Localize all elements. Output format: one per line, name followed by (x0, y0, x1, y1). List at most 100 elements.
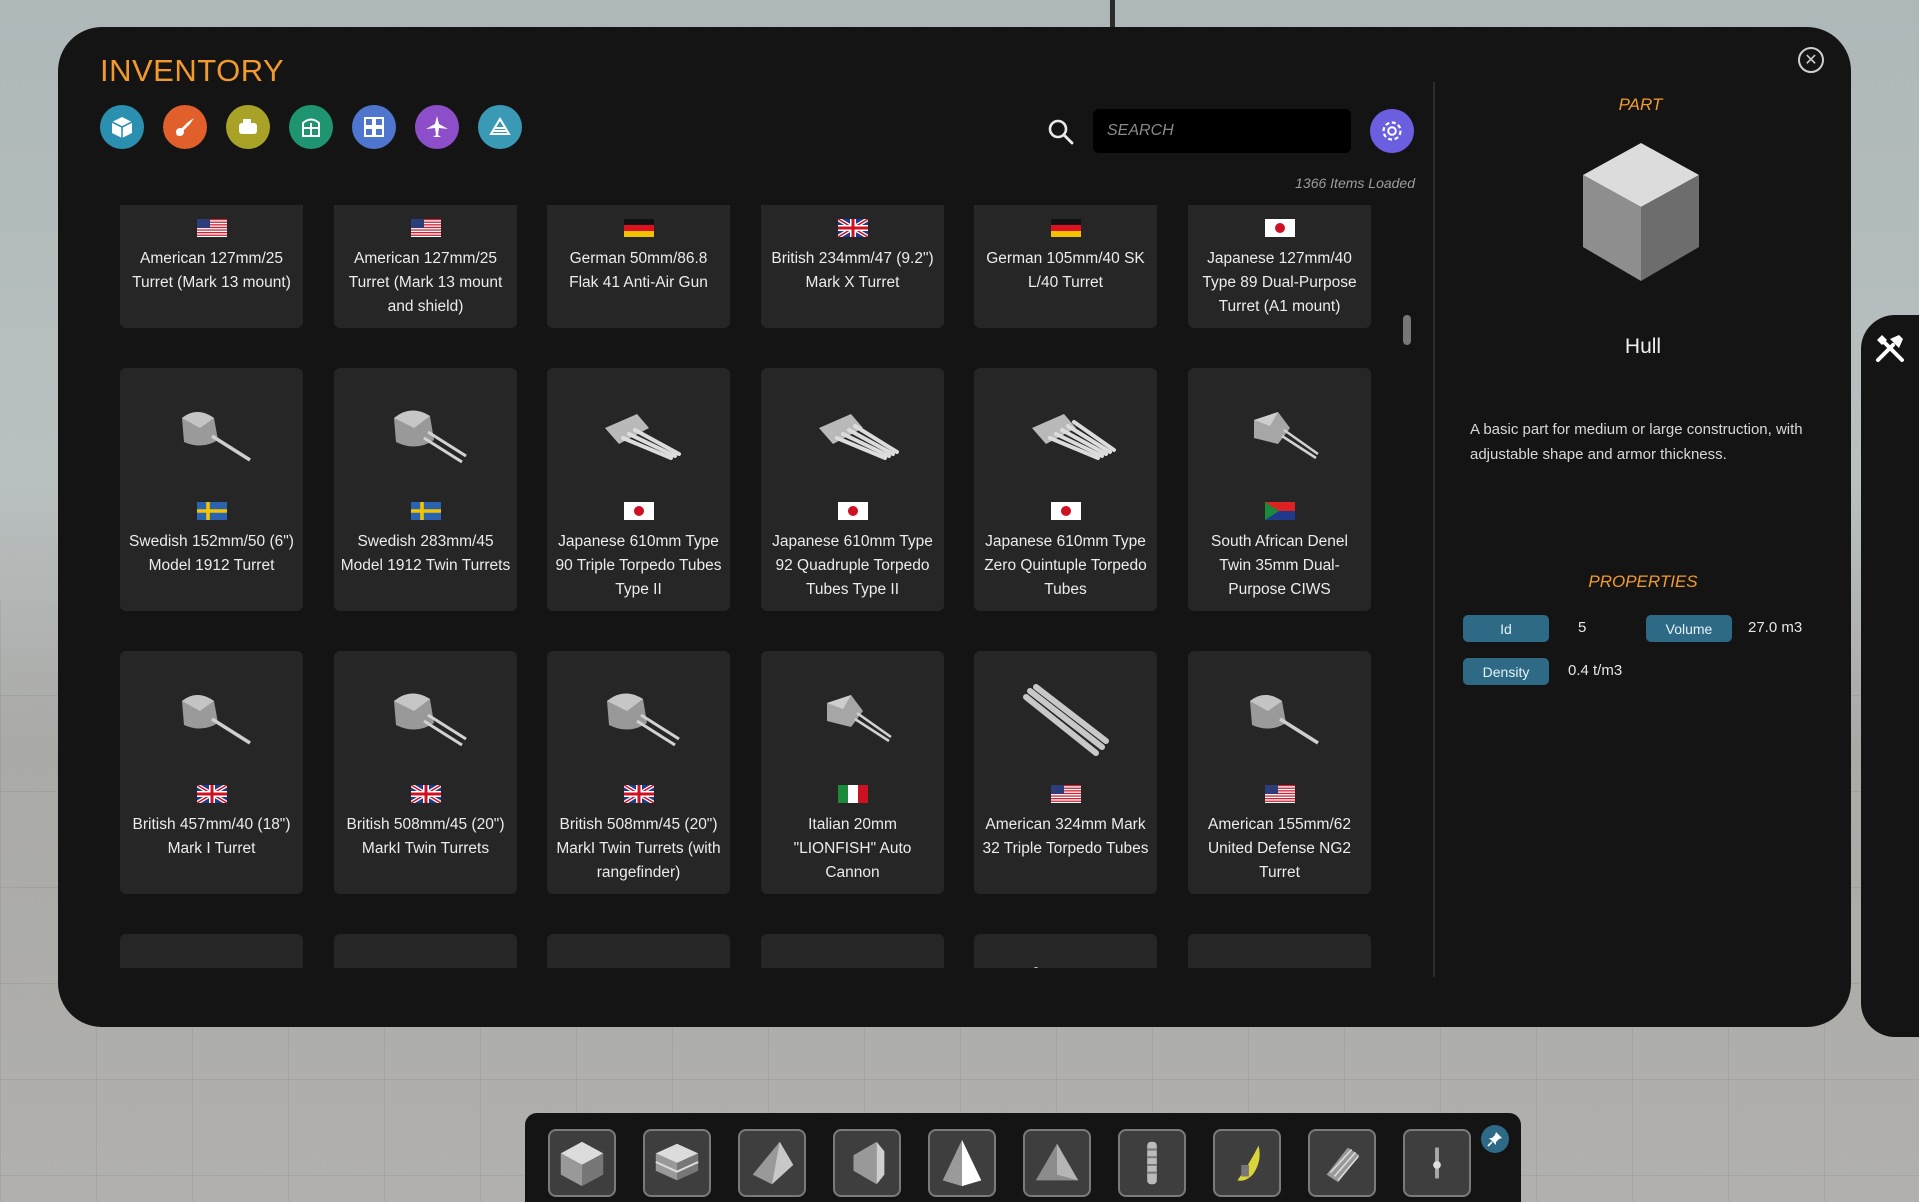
flag-de-icon (1050, 219, 1081, 237)
small-fitting-icon (1433, 1147, 1441, 1179)
hotbar-slot[interactable] (928, 1129, 996, 1197)
hotbar-slot[interactable] (833, 1129, 901, 1197)
inventory-item-card[interactable]: American 324mm Mark 32 Triple Torpedo Tu… (974, 651, 1157, 894)
inventory-item-card[interactable]: British 508mm/45 (20") MarkI Twin Turret… (334, 651, 517, 894)
inventory-title: INVENTORY (100, 53, 285, 88)
weapons-icon (176, 118, 194, 136)
inventory-item-card[interactable] (120, 934, 303, 968)
inventory-item-card[interactable] (1188, 934, 1371, 968)
flag-jp-icon (837, 502, 868, 520)
category-aircraft-button[interactable] (415, 105, 459, 149)
inventory-item-card[interactable] (974, 934, 1157, 968)
inventory-item-card[interactable]: Italian 20mm "LIONFISH" Auto Cannon (761, 651, 944, 894)
inventory-item-card[interactable]: South African Denel Twin 35mm Dual-Purpo… (1188, 368, 1371, 611)
flag-jp-icon (623, 502, 654, 520)
item-thumbnail (366, 954, 486, 968)
category-weapons-button[interactable] (163, 105, 207, 149)
turret-single-thumbnail-icon (793, 205, 913, 215)
ciws-thumbnail-icon (1253, 412, 1319, 460)
part-description: A basic part for medium or large constru… (1470, 421, 1803, 463)
tools-icon (1876, 335, 1904, 362)
item-thumbnail (1220, 954, 1340, 968)
item-thumbnail (579, 954, 699, 968)
hotbar-slot[interactable] (1118, 1129, 1186, 1197)
items-loaded-count: 1366 Items Loaded (1295, 175, 1415, 191)
hotbar-slot[interactable] (1308, 1129, 1376, 1197)
half-wedge-icon (853, 1141, 885, 1185)
category-grid-button[interactable] (352, 105, 396, 149)
item-name: German 50mm/86.8 Flak 41 Anti-Air Gun (569, 250, 708, 291)
inventory-item-card[interactable]: American 155mm/62 United Defense NG2 Tur… (1188, 651, 1371, 894)
flag-jp-icon (1050, 502, 1081, 520)
grid-scrollbar[interactable] (1403, 177, 1411, 967)
flag-se-icon (410, 502, 441, 520)
torpedo-long-thumbnail-icon (1033, 967, 1038, 968)
close-button[interactable]: ✕ (1798, 47, 1824, 73)
grid-scrollbar-thumb[interactable] (1403, 315, 1411, 345)
hotbar-slot[interactable] (643, 1129, 711, 1197)
item-name: Italian 20mm "LIONFISH" Auto Cannon (793, 816, 912, 881)
hotbar-slot[interactable] (548, 1129, 616, 1197)
inventory-item-card[interactable]: German 50mm/86.8 Flak 41 Anti-Air Gun (547, 205, 730, 328)
inventory-item-card[interactable]: Japanese 127mm/40 Type 89 Dual-Purpose T… (1188, 205, 1371, 328)
property-density-label: Density (1463, 658, 1549, 685)
inventory-item-card[interactable]: American 127mm/25 Turret (Mark 13 mount … (334, 205, 517, 328)
inventory-item-card[interactable]: German 105mm/40 SK L/40 Turret (974, 205, 1157, 328)
turret-single-thumbnail-icon (366, 205, 486, 215)
hotbar-slot[interactable] (1023, 1129, 1091, 1197)
part-name: Hull (1624, 335, 1662, 358)
category-deck-button[interactable] (478, 105, 522, 149)
hotbar (525, 1113, 1521, 1202)
search-icon[interactable] (1046, 117, 1076, 147)
tools-side-tab[interactable] (1861, 315, 1919, 1037)
flag-us-icon (196, 219, 227, 237)
engine-icon (239, 119, 257, 134)
category-engine-button[interactable] (226, 105, 270, 149)
inventory-item-card[interactable]: Swedish 283mm/45 Model 1912 Twin Turrets (334, 368, 517, 611)
inventory-item-card[interactable]: British 508mm/45 (20") MarkI Twin Turret… (547, 651, 730, 894)
turret-single-thumbnail-icon (579, 205, 699, 215)
hotbar-slot[interactable] (1403, 1129, 1471, 1197)
triangle-prism-icon (1035, 1143, 1079, 1181)
settings-button[interactable] (1370, 109, 1414, 153)
flag-se-icon (196, 502, 227, 520)
inventory-item-card[interactable] (761, 934, 944, 968)
item-thumbnail (579, 388, 699, 498)
turret-twin-thumbnail-icon (393, 693, 467, 747)
item-thumbnail (1220, 388, 1340, 498)
inventory-item-card[interactable]: Japanese 610mm Type Zero Quintuple Torpe… (974, 368, 1157, 611)
inventory-item-card[interactable]: Swedish 152mm/50 (6") Model 1912 Turret (120, 368, 303, 611)
item-name: South African Denel Twin 35mm Dual-Purpo… (1210, 533, 1348, 598)
properties-heading: PROPERTIES (1588, 572, 1698, 591)
category-parts-button[interactable] (100, 105, 144, 149)
flag-uk-icon (837, 219, 868, 237)
inventory-item-card[interactable]: British 234mm/47 (9.2") Mark X Turret (761, 205, 944, 328)
inventory-item-card[interactable]: Japanese 610mm Type 92 Quadruple Torpedo… (761, 368, 944, 611)
item-thumbnail (1006, 205, 1126, 215)
hotbar-slot[interactable] (1213, 1129, 1281, 1197)
inventory-item-card[interactable]: Japanese 610mm Type 90 Triple Torpedo Tu… (547, 368, 730, 611)
inventory-item-card[interactable]: American 127mm/25 Turret (Mark 13 mount) (120, 205, 303, 328)
item-name: Japanese 610mm Type Zero Quintuple Torpe… (984, 533, 1147, 598)
turret-single-thumbnail-icon (152, 205, 272, 215)
property-id-value: 5 (1578, 619, 1587, 636)
flag-uk-icon (196, 785, 227, 803)
search-input[interactable] (1093, 109, 1351, 153)
item-name: British 457mm/40 (18") Mark I Turret (132, 816, 291, 857)
item-thumbnail (579, 205, 699, 215)
item-thumbnail (1006, 388, 1126, 498)
category-structure-button[interactable] (289, 105, 333, 149)
flag-us-icon (1264, 785, 1295, 803)
item-name: British 234mm/47 (9.2") Mark X Turret (771, 250, 934, 291)
item-name: American 127mm/25 Turret (Mark 13 mount) (132, 250, 291, 291)
turret-single-thumbnail-icon (1220, 954, 1340, 968)
flag-za-icon (1264, 502, 1295, 520)
inventory-item-card[interactable] (547, 934, 730, 968)
property-id-label: Id (1463, 615, 1549, 642)
hotbar-slot[interactable] (738, 1129, 806, 1197)
inventory-item-card[interactable] (334, 934, 517, 968)
item-name: Japanese 610mm Type 90 Triple Torpedo Tu… (555, 533, 722, 598)
pin-button[interactable] (1481, 1125, 1509, 1153)
inventory-item-card[interactable]: British 457mm/40 (18") Mark I Turret (120, 651, 303, 894)
torpedo-4-thumbnail-icon (818, 414, 899, 460)
